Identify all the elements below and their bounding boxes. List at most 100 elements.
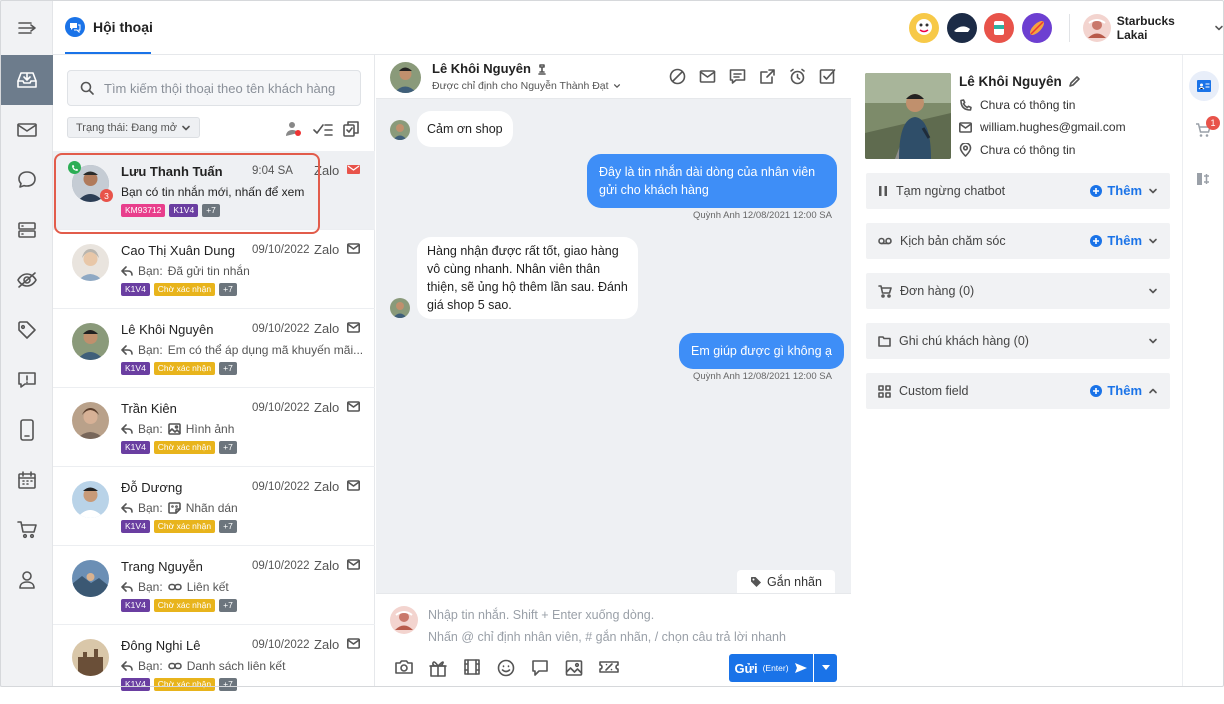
brand-icon-2[interactable] [947, 13, 977, 43]
quick-reply-icon[interactable] [531, 659, 549, 677]
brand-icon-1[interactable] [909, 13, 939, 43]
message-bubble-outgoing[interactable]: Em giúp được gì không ạ [679, 333, 844, 369]
user-unassigned-icon [286, 122, 301, 136]
nav-inbox[interactable] [0, 55, 53, 105]
tag[interactable]: Chờ xác nhận [153, 520, 216, 533]
mail-icon[interactable] [699, 68, 716, 85]
send-options-button[interactable] [814, 654, 837, 682]
search-box[interactable]: Tìm kiếm thội thoại theo tên khách hàng [67, 70, 361, 106]
image-icon[interactable] [565, 659, 583, 677]
gift-icon[interactable] [429, 659, 447, 677]
tag[interactable]: Chờ xác nhận [153, 599, 216, 612]
conversation-item[interactable]: Đỗ Dương 09/10/2022 Zalo Bạn: Nhãn dán K… [53, 467, 375, 546]
emoji-icon[interactable] [497, 659, 515, 677]
brand-icon-4[interactable] [1022, 13, 1052, 43]
conversation-item[interactable]: Lê Khôi Nguyên 09/10/2022 Zalo Bạn: Em c… [53, 309, 375, 388]
section-label: Ghi chú khách hàng (0) [899, 334, 1029, 348]
tag[interactable]: Chờ xác nhận [153, 441, 216, 454]
chevron-down-icon[interactable] [1148, 236, 1158, 246]
conversation-item[interactable]: Trang Nguyễn 09/10/2022 Zalo Bạn: Liên k… [53, 546, 375, 625]
tag-more[interactable]: +7 [219, 678, 237, 691]
nav-tag[interactable] [0, 305, 53, 355]
conversation-item[interactable]: Cao Thị Xuân Dung 09/10/2022 Zalo Bạn: Đ… [53, 230, 375, 309]
section-pause-chatbot[interactable]: Tạm ngừng chatbot Thêm [866, 173, 1170, 209]
profile-address[interactable]: Chưa có thông tin [980, 143, 1075, 157]
expand-nav-button[interactable] [0, 0, 53, 55]
add-button[interactable]: Thêm [1090, 383, 1142, 398]
tag-more[interactable]: +7 [219, 441, 237, 454]
copy-icon [343, 121, 359, 137]
nav-server[interactable] [0, 205, 53, 255]
assigned-label: Được chỉ định cho Nguyễn Thành Đạt [432, 80, 609, 92]
chevron-down-icon[interactable] [1148, 336, 1158, 346]
message-square-icon[interactable] [729, 68, 746, 85]
tag[interactable]: Chờ xác nhận [153, 283, 216, 296]
tag[interactable]: K1V4 [121, 520, 150, 533]
tag-label-button[interactable]: Gắn nhãn [737, 570, 835, 594]
tag[interactable]: K1V4 [121, 441, 150, 454]
tab-conversations[interactable]: Hội thoại [65, 17, 153, 37]
message-bubble-incoming[interactable]: Hàng nhận được rất tốt, giao hàng vô cùn… [417, 237, 638, 319]
chevron-down-icon[interactable] [1148, 186, 1158, 196]
alarm-icon[interactable] [789, 68, 806, 85]
tag-more[interactable]: +7 [219, 520, 237, 533]
message-meta: Quỳnh Anh 12/08/2021 12:00 SA [693, 210, 832, 221]
add-button[interactable]: Thêm [1090, 233, 1142, 248]
section-care-script[interactable]: Kịch bản chăm sóc Thêm [866, 223, 1170, 259]
nav-mail[interactable] [0, 105, 53, 155]
camera-icon[interactable] [395, 659, 413, 675]
search-input[interactable]: Tìm kiếm thội thoại theo tên khách hàng [104, 81, 335, 96]
assign-dropdown[interactable]: Được chỉ định cho Nguyễn Thành Đạt [432, 80, 621, 92]
copy-filter-button[interactable] [343, 121, 359, 137]
tag[interactable]: K1V4 [121, 283, 150, 296]
status-filter[interactable]: Trạng thái: Đang mở [67, 117, 200, 138]
tag[interactable]: Chờ xác nhận [153, 362, 216, 375]
profile-email[interactable]: william.hughes@gmail.com [980, 120, 1126, 134]
message-input[interactable]: Nhập tin nhắn. Shift + Enter xuống dòng.… [428, 604, 838, 648]
plus-circle-icon [1090, 384, 1103, 397]
tag[interactable]: K1V4 [121, 599, 150, 612]
tag[interactable]: K1V4 [121, 362, 150, 375]
nav-chat[interactable] [0, 155, 53, 205]
avatar [72, 402, 109, 439]
add-button-label: Thêm [1107, 383, 1142, 398]
conversation-item[interactable]: Đông Nghi Lê 09/10/2022 Zalo Bạn: Danh s… [53, 625, 375, 704]
channel-label: Zalo [314, 558, 340, 573]
tag[interactable]: K1V4 [121, 678, 150, 691]
brand-icon-3[interactable] [984, 13, 1014, 43]
transfer-button[interactable] [1196, 172, 1210, 186]
nav-eye[interactable] [0, 255, 53, 305]
profile-phone[interactable]: Chưa có thông tin [980, 98, 1075, 112]
section-custom-field[interactable]: Custom field Thêm [866, 373, 1170, 409]
nav-mobile[interactable] [0, 405, 53, 455]
send-icon [794, 663, 807, 673]
checklist-filter-button[interactable] [313, 121, 333, 137]
tag[interactable]: Chờ xác nhận [153, 678, 216, 691]
section-customer-notes[interactable]: Ghi chú khách hàng (0) [866, 323, 1170, 359]
edit-icon[interactable] [1068, 75, 1080, 88]
check-square-icon[interactable] [819, 68, 836, 85]
user-name: Starbucks Lakai [1116, 14, 1175, 42]
tag-more[interactable]: +7 [219, 362, 237, 375]
add-button[interactable]: Thêm [1090, 183, 1142, 198]
nav-cart[interactable] [0, 505, 53, 555]
block-icon[interactable] [669, 68, 686, 85]
send-button[interactable]: Gửi (Enter) [729, 654, 813, 682]
chevron-down-icon[interactable] [1148, 286, 1158, 296]
user-menu[interactable]: Starbucks Lakai [1083, 14, 1224, 42]
film-icon[interactable] [463, 659, 481, 675]
nav-user[interactable] [0, 555, 53, 605]
coupon-icon[interactable] [599, 659, 619, 675]
assign-filter-button[interactable] [284, 120, 304, 138]
chevron-up-icon[interactable] [1148, 386, 1158, 396]
nav-feedback[interactable] [0, 355, 53, 405]
tag-more[interactable]: +7 [219, 283, 237, 296]
message-bubble-outgoing[interactable]: Đây là tin nhắn dài dòng của nhân viên g… [587, 154, 837, 208]
contact-card-button[interactable] [1189, 71, 1219, 101]
tag-more[interactable]: +7 [219, 599, 237, 612]
section-orders[interactable]: Đơn hàng (0) [866, 273, 1170, 309]
nav-calendar[interactable] [0, 455, 53, 505]
external-link-icon[interactable] [759, 68, 776, 85]
message-bubble-incoming[interactable]: Cảm ơn shop [417, 111, 513, 147]
conversation-item[interactable]: Trần Kiên 09/10/2022 Zalo Bạn: Hình ảnh … [53, 388, 375, 467]
